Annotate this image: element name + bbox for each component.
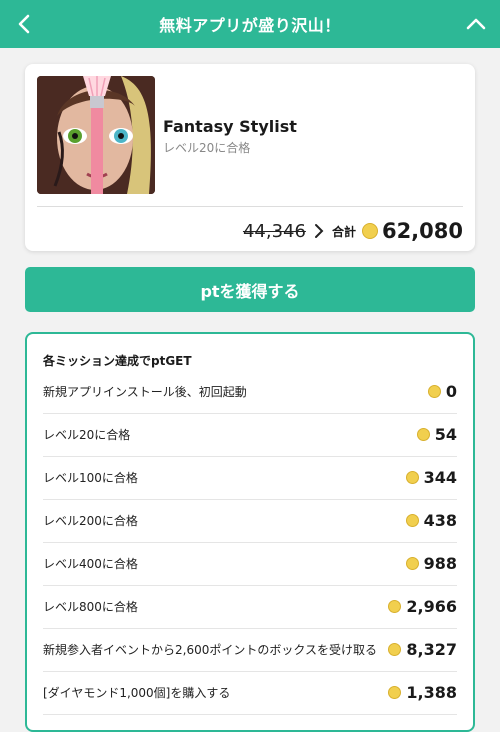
mission-row: レベル800に合格 2,966	[43, 585, 457, 629]
app-card: Fantasy Stylist レベル20に合格 44,346 合計 62,08…	[25, 64, 475, 251]
mission-label: レベル20に合格	[43, 428, 131, 442]
mission-row: 新規アプリインストール後、初回起動 0	[43, 370, 457, 414]
app-name: Fantasy Stylist	[163, 117, 297, 136]
mission-row: レベル400に合格 988	[43, 542, 457, 586]
chevron-up-icon	[466, 18, 486, 30]
total-points: 62,080	[381, 219, 463, 243]
mission-points: 988	[405, 554, 457, 573]
mission-label: [ダイヤモンド1,000個]を購入する	[43, 686, 231, 700]
app-artwork-image	[37, 76, 155, 194]
coin-icon	[388, 600, 402, 613]
missions-title: 各ミッション達成でptGET	[43, 354, 192, 368]
total-label: 合計	[331, 224, 356, 239]
card-divider	[37, 206, 463, 207]
mission-points: 0	[427, 382, 457, 401]
mission-points: 438	[405, 511, 457, 530]
app-condition: レベル20に合格	[163, 141, 251, 155]
mission-label: レベル400に合格	[43, 557, 138, 571]
mission-points: 2,966	[388, 597, 457, 616]
mission-label: レベル100に合格	[43, 471, 138, 485]
old-points: 44,346	[242, 220, 306, 242]
mission-label: レベル800に合格	[43, 600, 138, 614]
total-points-row: 44,346 合計 62,080	[243, 216, 463, 246]
mission-points-value: 438	[423, 511, 457, 530]
coin-icon	[416, 428, 430, 441]
coin-icon	[361, 223, 378, 239]
mission-row: レベル100に合格 344	[43, 456, 457, 500]
mission-row: [ダイヤモンド1,000個]を購入する 1,388	[43, 671, 457, 715]
mission-points-value: 8,327	[406, 640, 457, 659]
coin-icon	[388, 643, 402, 656]
header-bar: 無料アプリが盛り沢山！	[0, 0, 500, 48]
mission-points: 54	[416, 425, 457, 444]
mission-label: 新規アプリインストール後、初回起動	[43, 385, 247, 399]
coin-icon	[388, 686, 402, 699]
mission-points-value: 2,966	[406, 597, 457, 616]
mission-points-value: 1,388	[406, 683, 457, 702]
mission-points-value: 54	[434, 425, 457, 444]
app-icon	[37, 76, 155, 194]
missions-panel: 各ミッション達成でptGET 新規アプリインストール後、初回起動 0 レベル20…	[25, 332, 475, 732]
mission-points: 1,388	[388, 683, 457, 702]
chevron-right-icon	[314, 224, 324, 238]
collapse-button[interactable]	[452, 0, 500, 48]
mission-points: 344	[405, 468, 457, 487]
mission-row: レベル200に合格 438	[43, 499, 457, 543]
coin-icon	[405, 514, 419, 527]
coin-icon	[405, 471, 419, 484]
mission-label: 新規参入者イベントから2,600ポイントのボックスを受け取る	[43, 643, 377, 657]
mission-points-value: 0	[445, 382, 457, 401]
mission-row: レベル20に合格 54	[43, 413, 457, 457]
chevron-left-icon	[18, 14, 30, 34]
mission-points-value: 988	[423, 554, 457, 573]
earn-points-button[interactable]: ptを獲得する	[25, 267, 475, 312]
coin-icon	[405, 557, 419, 570]
back-button[interactable]	[0, 0, 48, 48]
mission-row: 新規参入者イベントから2,600ポイントのボックスを受け取る 8,327	[43, 628, 457, 672]
coin-icon	[427, 385, 441, 398]
page-title: 無料アプリが盛り沢山！	[159, 16, 341, 35]
mission-label: レベル200に合格	[43, 514, 138, 528]
mission-points: 8,327	[388, 640, 457, 659]
mission-points-value: 344	[423, 468, 457, 487]
